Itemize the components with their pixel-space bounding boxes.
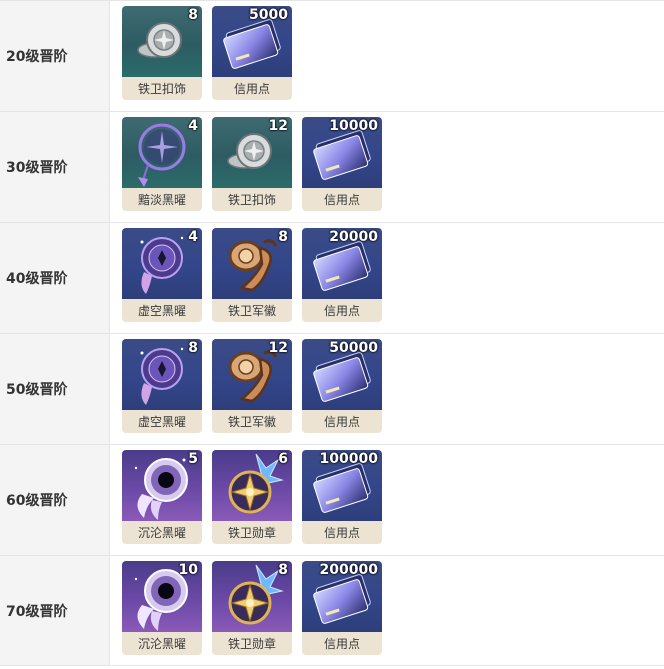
material-card[interactable]: 10000 信用点	[302, 117, 382, 211]
material-count: 8	[188, 7, 198, 23]
ascension-table: 20级晋阶 8 铁卫扣饰 5000 信用点 30级晋阶 4 黯淡黑曜 12 铁卫…	[0, 0, 664, 666]
ascension-row: 20级晋阶 8 铁卫扣饰 5000 信用点	[0, 1, 664, 112]
material-art: 5	[122, 450, 202, 521]
ascension-row: 70级晋阶 10 沉沦黑曜 8 铁卫勋章 200000 信用点	[0, 556, 664, 666]
material-art: 20000	[302, 228, 382, 299]
material-art: 5000	[212, 6, 292, 77]
material-count: 10	[178, 562, 198, 578]
ascension-row: 30级晋阶 4 黯淡黑曜 12 铁卫扣饰 10000 信用点	[0, 112, 664, 223]
material-card[interactable]: 8 铁卫军徽	[212, 228, 292, 322]
material-name: 信用点	[323, 526, 360, 540]
material-list: 4 黯淡黑曜 12 铁卫扣饰 10000 信用点	[110, 112, 382, 222]
material-art: 10	[122, 561, 202, 632]
material-art: 8	[212, 228, 292, 299]
material-count: 6	[278, 451, 288, 467]
material-count: 20000	[329, 229, 378, 245]
material-count: 5	[188, 451, 198, 467]
material-name: 沉沦黑曜	[137, 637, 186, 651]
level-label: 40级晋阶	[0, 223, 110, 333]
material-card[interactable]: 5000 信用点	[212, 6, 292, 100]
material-name: 信用点	[323, 193, 360, 207]
level-label: 70级晋阶	[0, 556, 110, 665]
material-count: 50000	[329, 340, 378, 356]
material-name: 铁卫军徽	[227, 304, 276, 318]
material-list: 5 沉沦黑曜 6 铁卫勋章 100000 信用点	[110, 445, 382, 555]
material-card[interactable]: 12 铁卫扣饰	[212, 117, 292, 211]
material-count: 8	[278, 562, 288, 578]
material-name: 信用点	[323, 637, 360, 651]
material-name: 铁卫扣饰	[137, 82, 186, 96]
material-art: 10000	[302, 117, 382, 188]
material-count: 200000	[319, 562, 378, 578]
ascension-row: 50级晋阶 8 虚空黑曜 12 铁卫军徽 50000 信用点	[0, 334, 664, 445]
material-card[interactable]: 200000 信用点	[302, 561, 382, 655]
material-card[interactable]: 6 铁卫勋章	[212, 450, 292, 544]
material-count: 8	[188, 340, 198, 356]
material-art: 8	[212, 561, 292, 632]
ascension-row: 40级晋阶 4 虚空黑曜 8 铁卫军徽 20000 信用点	[0, 223, 664, 334]
material-list: 8 虚空黑曜 12 铁卫军徽 50000 信用点	[110, 334, 382, 444]
material-card[interactable]: 5 沉沦黑曜	[122, 450, 202, 544]
material-card[interactable]: 4 黯淡黑曜	[122, 117, 202, 211]
material-name: 信用点	[323, 415, 360, 429]
material-card[interactable]: 20000 信用点	[302, 228, 382, 322]
level-label: 60级晋阶	[0, 445, 110, 555]
material-art: 12	[212, 339, 292, 410]
material-count: 12	[268, 118, 288, 134]
material-card[interactable]: 10 沉沦黑曜	[122, 561, 202, 655]
material-art: 6	[212, 450, 292, 521]
material-count: 100000	[319, 451, 378, 467]
material-card[interactable]: 8 铁卫勋章	[212, 561, 292, 655]
level-label: 20级晋阶	[0, 1, 110, 111]
material-art: 50000	[302, 339, 382, 410]
level-label: 30级晋阶	[0, 112, 110, 222]
material-count: 8	[278, 229, 288, 245]
material-name: 铁卫扣饰	[227, 193, 276, 207]
material-card[interactable]: 50000 信用点	[302, 339, 382, 433]
material-name: 铁卫勋章	[227, 526, 276, 540]
level-label: 50级晋阶	[0, 334, 110, 444]
material-count: 5000	[249, 7, 288, 23]
material-count: 10000	[329, 118, 378, 134]
material-count: 4	[188, 118, 198, 134]
material-card[interactable]: 8 铁卫扣饰	[122, 6, 202, 100]
material-name: 铁卫勋章	[227, 637, 276, 651]
material-art: 8	[122, 6, 202, 77]
material-art: 12	[212, 117, 292, 188]
material-name: 信用点	[323, 304, 360, 318]
material-art: 100000	[302, 450, 382, 521]
material-name: 虚空黑曜	[137, 304, 186, 318]
material-name: 沉沦黑曜	[137, 526, 186, 540]
material-name: 信用点	[233, 82, 270, 96]
material-card[interactable]: 12 铁卫军徽	[212, 339, 292, 433]
material-list: 8 铁卫扣饰 5000 信用点	[110, 1, 292, 111]
material-list: 10 沉沦黑曜 8 铁卫勋章 200000 信用点	[110, 556, 382, 665]
material-count: 4	[188, 229, 198, 245]
material-name: 铁卫军徽	[227, 415, 276, 429]
material-list: 4 虚空黑曜 8 铁卫军徽 20000 信用点	[110, 223, 382, 333]
material-name: 虚空黑曜	[137, 415, 186, 429]
material-art: 200000	[302, 561, 382, 632]
material-name: 黯淡黑曜	[137, 193, 186, 207]
material-art: 8	[122, 339, 202, 410]
material-art: 4	[122, 228, 202, 299]
material-card[interactable]: 8 虚空黑曜	[122, 339, 202, 433]
material-card[interactable]: 100000 信用点	[302, 450, 382, 544]
ascension-row: 60级晋阶 5 沉沦黑曜 6 铁卫勋章 100000 信用点	[0, 445, 664, 556]
material-art: 4	[122, 117, 202, 188]
material-count: 12	[268, 340, 288, 356]
material-card[interactable]: 4 虚空黑曜	[122, 228, 202, 322]
